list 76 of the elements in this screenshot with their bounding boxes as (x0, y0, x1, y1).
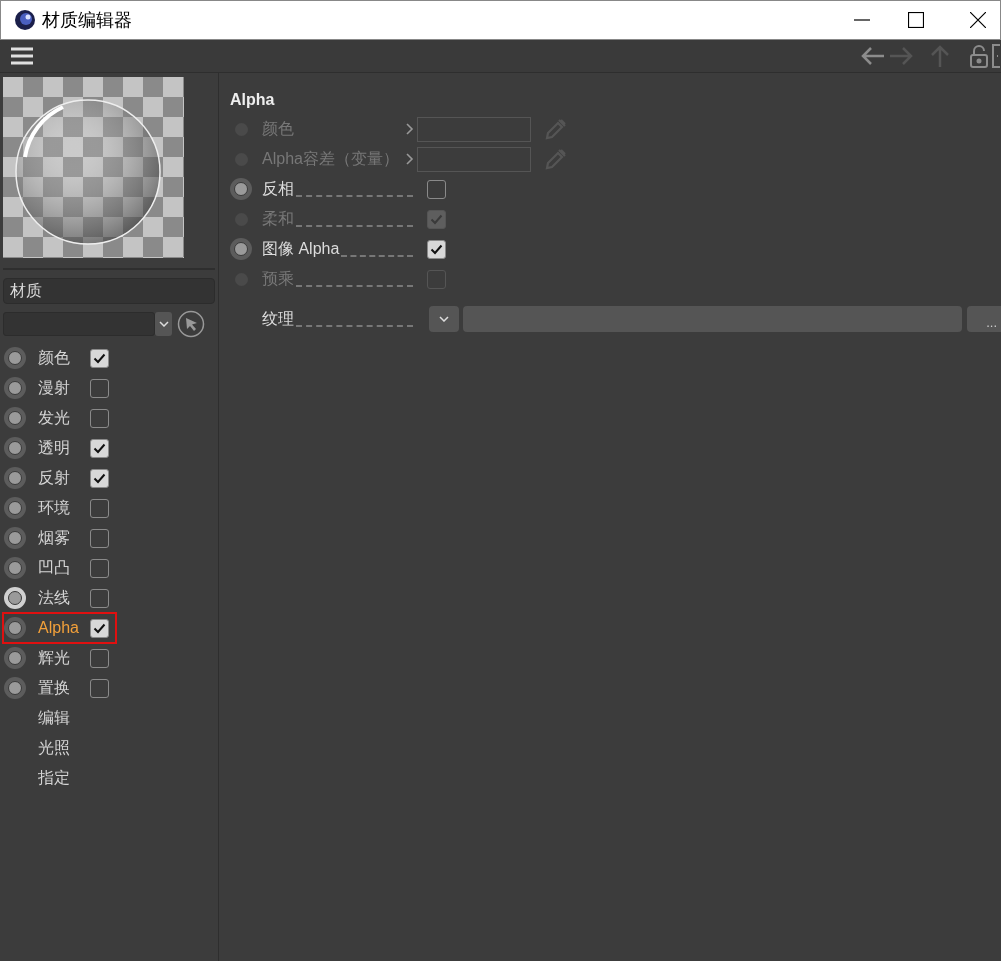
texture-field[interactable] (463, 306, 962, 332)
channel-row[interactable]: 烟雾 (4, 524, 115, 552)
checkbox[interactable] (90, 348, 109, 368)
channel-row[interactable]: 反射 (4, 464, 115, 492)
color-field[interactable] (417, 116, 531, 142)
channel-row[interactable]: 环境 (4, 494, 115, 522)
checkbox[interactable] (427, 239, 446, 259)
sphere-logo-icon (14, 9, 36, 31)
channel-label[interactable]: 透明 (38, 439, 70, 456)
checkmark-icon (93, 352, 106, 364)
chevron-right-icon[interactable] (406, 153, 414, 165)
texture-dropdown-button[interactable] (429, 306, 459, 332)
channel-label[interactable]: 发光 (38, 409, 70, 426)
window-title: 材质编辑器 (42, 8, 132, 32)
channel-row[interactable]: 透明 (4, 434, 115, 462)
checkmark-icon (430, 243, 443, 255)
checkmark-icon (430, 213, 443, 225)
parameter-label: 图像 Alpha (262, 239, 340, 259)
channel-label[interactable]: Alpha (38, 619, 79, 636)
channel-label[interactable]: 法线 (38, 589, 70, 606)
chevron-right-icon[interactable] (406, 123, 414, 135)
channel-label[interactable]: 烟雾 (38, 529, 70, 546)
chevron-down-icon (158, 321, 169, 327)
parameter-label: 颜色 (262, 119, 294, 139)
checkbox[interactable] (90, 468, 109, 488)
parameter-label: 预乘 (262, 269, 294, 289)
lock-icon[interactable] (970, 44, 988, 68)
material-name-field[interactable]: 材质 (3, 278, 215, 304)
channel-row[interactable]: 法线 (4, 584, 115, 612)
parameter-label: 纹理 (262, 309, 294, 329)
channel-label[interactable]: 辉光 (38, 649, 70, 666)
checkmark-icon (93, 622, 106, 634)
channel-label[interactable]: 置换 (38, 679, 70, 696)
channel-label[interactable]: 颜色 (38, 349, 70, 366)
section-title: Alpha (230, 90, 276, 110)
checkbox[interactable] (90, 438, 109, 458)
channel-label[interactable]: 编辑 (38, 706, 70, 730)
channel-row[interactable]: 置换 (4, 674, 115, 702)
panel-icon[interactable] (992, 44, 1001, 68)
checkbox[interactable] (90, 528, 109, 548)
checkmark-icon (93, 472, 106, 484)
channel-row[interactable]: 发光 (4, 404, 115, 432)
checkbox[interactable] (90, 648, 109, 668)
color-field[interactable] (417, 146, 531, 172)
close-icon[interactable] (970, 12, 986, 28)
dropdown-field[interactable] (3, 312, 155, 336)
channel-label[interactable]: 凹凸 (38, 559, 70, 576)
parameter-label: 柔和 (262, 209, 294, 229)
channel-row[interactable]: Alpha (4, 614, 115, 642)
checkbox[interactable] (90, 378, 109, 398)
checkbox[interactable] (427, 179, 446, 199)
channel-row[interactable]: 颜色 (4, 344, 115, 372)
channel-label[interactable]: 光照 (38, 736, 70, 760)
dropdown-button[interactable] (155, 312, 172, 336)
channel-label[interactable]: 漫射 (38, 379, 70, 396)
checkbox[interactable] (90, 498, 109, 518)
checkmark-icon (93, 442, 106, 454)
channel-row[interactable]: 辉光 (4, 644, 115, 672)
chevron-down-icon (439, 316, 449, 322)
parameter-label: Alpha容差（变量） (262, 149, 399, 169)
channel-label[interactable]: 反射 (38, 469, 70, 486)
channel-row[interactable]: 凹凸 (4, 554, 115, 582)
checkbox[interactable] (90, 408, 109, 428)
checkbox[interactable] (90, 618, 109, 638)
channel-label[interactable]: 环境 (38, 499, 70, 516)
channel-row[interactable]: 漫射 (4, 374, 115, 402)
maximize-icon[interactable] (908, 12, 924, 28)
checkbox[interactable] (90, 588, 109, 608)
checkbox[interactable] (90, 678, 109, 698)
menu-icon[interactable] (11, 47, 33, 65)
back-arrow-icon[interactable] (860, 46, 886, 66)
pointer-picker-icon[interactable] (177, 310, 205, 338)
checkbox[interactable] (90, 558, 109, 578)
browse-button[interactable]: ... (967, 306, 1001, 332)
channel-label[interactable]: 指定 (38, 766, 70, 790)
parameter-label: 反相 (262, 179, 294, 199)
